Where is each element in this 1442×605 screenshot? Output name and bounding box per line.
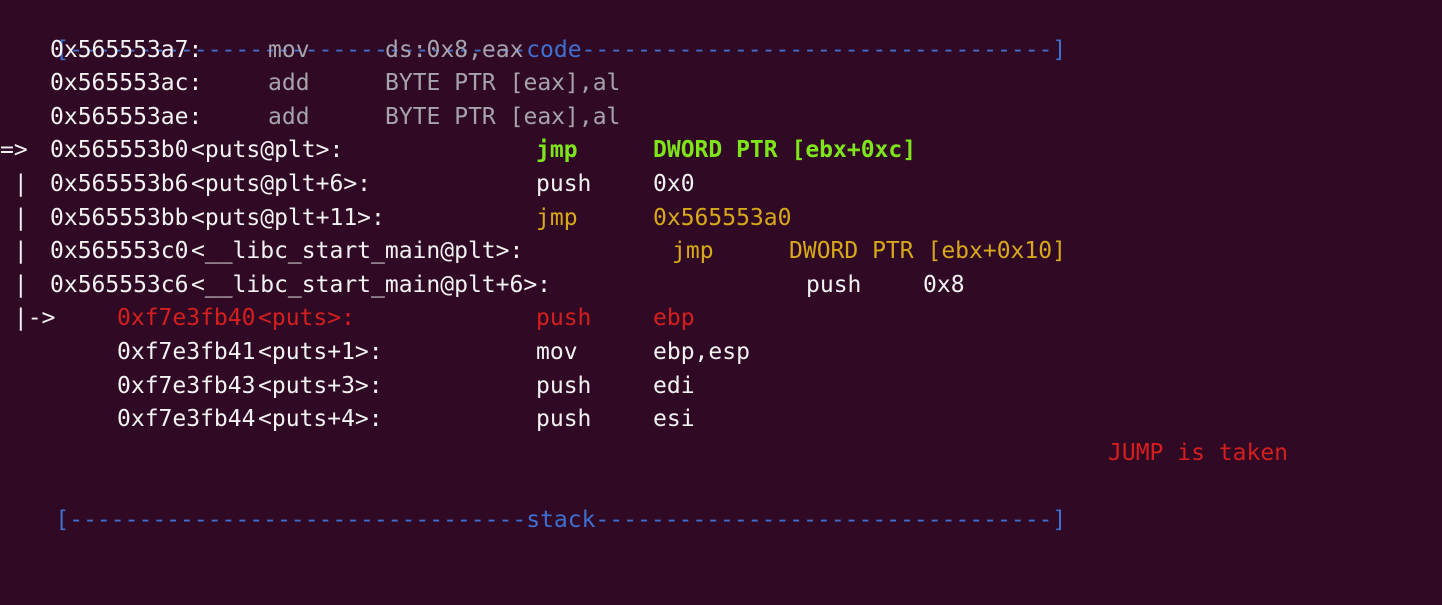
symbol: <__libc_start_main@plt>:	[191, 238, 524, 265]
operands: ebp	[653, 305, 695, 332]
symbol: <puts+1>:	[258, 338, 383, 365]
symbol: <puts@plt+11>:	[191, 204, 385, 231]
branch-pipe: |	[0, 271, 28, 298]
disasm-line: | 0x565553b6 <puts@plt+6>: push 0x0	[0, 168, 1442, 202]
symbol: <puts>:	[258, 305, 355, 332]
branch-arrow: |->	[0, 305, 56, 332]
mnemonic: add	[268, 70, 310, 97]
address: 0x565553bb	[50, 204, 189, 231]
address: 0xf7e3fb40	[117, 305, 256, 332]
address: 0x565553ae:	[50, 103, 203, 130]
mnemonic: push	[536, 406, 592, 433]
branch-pipe: |	[0, 238, 28, 265]
mnemonic: push	[536, 372, 592, 399]
operands: 0x565553a0	[653, 204, 792, 231]
mnemonic: push	[536, 170, 592, 197]
disasm-line: 0x565553a7: mov ds:0x8,eax	[0, 34, 1442, 68]
operands: ebp,esp	[653, 338, 750, 365]
operands: esi	[653, 406, 695, 433]
operands: DWORD PTR [ebx+0xc]	[653, 137, 917, 164]
operands: DWORD PTR [ebx+0x10]	[789, 238, 1066, 265]
address: 0x565553b0	[50, 137, 189, 164]
address: 0x565553c6	[50, 271, 189, 298]
symbol: <__libc_start_main@plt+6>:	[191, 271, 552, 298]
stack-section-rule: [---------------------------------stack-…	[0, 470, 1442, 533]
gdb-terminal[interactable]: [---------------------------------code--…	[0, 0, 1442, 533]
operands: edi	[653, 372, 695, 399]
code-section-rule: [---------------------------------code--…	[0, 0, 1442, 63]
symbol: <puts+3>:	[258, 372, 383, 399]
branch-pipe: |	[0, 170, 28, 197]
address: 0xf7e3fb41	[117, 338, 256, 365]
current-instruction-line: => 0x565553b0 <puts@plt>: jmp DWORD PTR …	[0, 134, 1442, 168]
address: 0xf7e3fb43	[117, 372, 256, 399]
jump-status: JUMP is taken	[1108, 439, 1289, 466]
stack-rule-text: [---------------------------------stack-…	[55, 506, 1067, 533]
address: 0x565553a7:	[50, 36, 203, 63]
symbol: <puts@plt+6>:	[191, 170, 372, 197]
address: 0xf7e3fb44	[117, 406, 256, 433]
operands: BYTE PTR [eax],al	[385, 103, 621, 130]
mnemonic: jmp	[536, 204, 578, 231]
current-marker: =>	[0, 137, 28, 164]
disasm-line: 0xf7e3fb41 <puts+1>: mov ebp,esp	[0, 336, 1442, 370]
disasm-line: 0x565553ac: add BYTE PTR [eax],al	[0, 67, 1442, 101]
mnemonic: mov	[536, 338, 578, 365]
mnemonic: jmp	[536, 137, 578, 164]
mnemonic: add	[268, 103, 310, 130]
mnemonic: jmp	[672, 238, 714, 265]
address: 0x565553ac:	[50, 70, 203, 97]
disasm-line: | 0x565553c0 <__libc_start_main@plt>: jm…	[0, 235, 1442, 269]
operands: BYTE PTR [eax],al	[385, 70, 621, 97]
operands: 0x8	[923, 271, 965, 298]
branch-pipe: |	[0, 204, 28, 231]
status-line: JUMP is taken	[0, 437, 1442, 471]
symbol: <puts+4>:	[258, 406, 383, 433]
operands: 0x0	[653, 170, 695, 197]
address: 0x565553b6	[50, 170, 189, 197]
disasm-line: | 0x565553c6 <__libc_start_main@plt+6>: …	[0, 269, 1442, 303]
mnemonic: mov	[268, 36, 310, 63]
disasm-line: 0xf7e3fb43 <puts+3>: push edi	[0, 370, 1442, 404]
mnemonic: push	[536, 305, 592, 332]
symbol: <puts@plt>:	[191, 137, 344, 164]
disasm-line: | 0x565553bb <puts@plt+11>: jmp 0x565553…	[0, 202, 1442, 236]
mnemonic: push	[806, 271, 862, 298]
disasm-line: 0xf7e3fb44 <puts+4>: push esi	[0, 403, 1442, 437]
disasm-line: 0x565553ae: add BYTE PTR [eax],al	[0, 101, 1442, 135]
address: 0x565553c0	[50, 238, 189, 265]
operands: ds:0x8,eax	[385, 36, 524, 63]
jump-target-line: |-> 0xf7e3fb40 <puts>: push ebp	[0, 302, 1442, 336]
